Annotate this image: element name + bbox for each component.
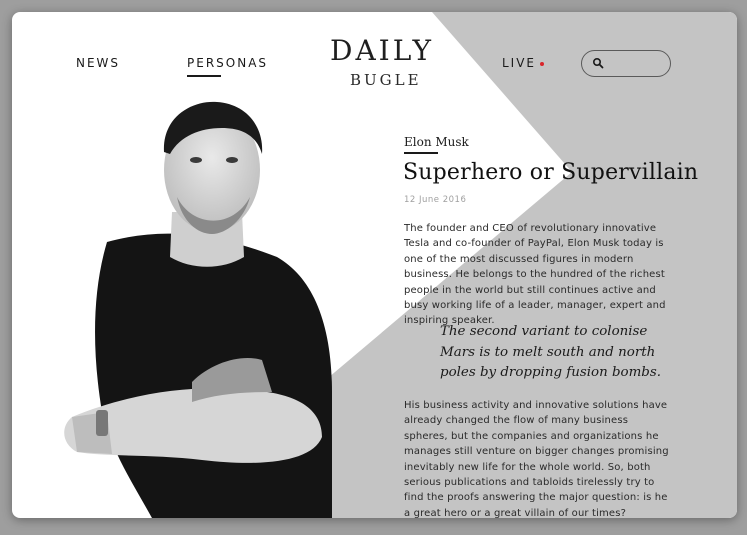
nav-live[interactable]: LIVE <box>502 56 545 70</box>
logo-subtitle[interactable]: BUGLE <box>350 71 422 89</box>
logo-title[interactable]: DAILY <box>330 34 434 67</box>
persona-name[interactable]: Elon Musk <box>404 135 469 149</box>
pull-quote-line-3: poles by dropping fusion bombs. <box>440 365 661 380</box>
search-icon <box>592 57 604 69</box>
nav-personas[interactable]: PERSONAS <box>187 56 268 77</box>
article-date: 12 June 2016 <box>404 195 467 205</box>
nav-live-label: LIVE <box>502 56 537 70</box>
article-title: Superhero or Supervillain <box>403 160 699 185</box>
pull-quote-line-2: Mars is to melt south and north <box>440 344 656 360</box>
article-paragraph-2: His business activity and innovative sol… <box>404 400 669 518</box>
search-input[interactable] <box>581 50 671 77</box>
portrait-image <box>64 101 333 518</box>
nav-news[interactable]: NEWS <box>76 56 120 70</box>
pull-quote-line-1: The second variant to colonise <box>440 324 648 339</box>
live-indicator-dot <box>540 61 545 66</box>
pull-quote: The second variant to colonise Mars is t… <box>440 322 690 384</box>
article-page: NEWS PERSONAS DAILY BUGLE LIVE Elon Musk… <box>12 12 737 518</box>
persona-underline <box>404 152 438 154</box>
article-paragraph-1: The founder and CEO of revolutionary inn… <box>404 223 666 327</box>
